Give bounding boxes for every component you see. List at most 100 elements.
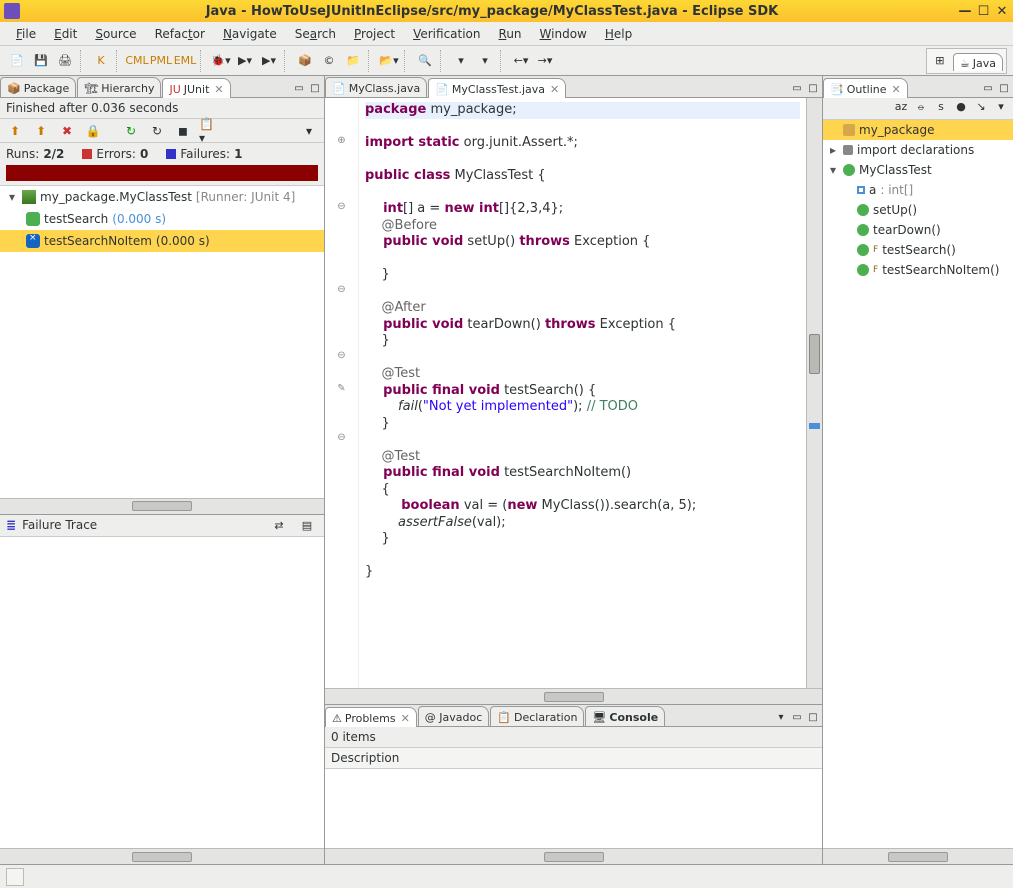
outline-method-testsearchnoitem[interactable]: FtestSearchNoItem() (823, 260, 1013, 280)
scroll-lock-button[interactable]: 🔒 (82, 120, 104, 142)
outline-method-testsearch[interactable]: FtestSearch() (823, 240, 1013, 260)
outline-imports[interactable]: ▸import declarations (823, 140, 1013, 160)
minimize-view-icon[interactable]: ▭ (292, 83, 306, 97)
outline-method-teardown[interactable]: tearDown() (823, 220, 1013, 240)
view-menu-button[interactable]: ▾ (993, 100, 1009, 117)
problems-body[interactable] (325, 769, 822, 848)
maximize-view-icon[interactable]: □ (806, 83, 820, 97)
close-button[interactable]: ✕ (995, 4, 1009, 19)
test-row-pass[interactable]: testSearch (0.000 s) (0, 208, 324, 230)
new-button[interactable]: 📄 (6, 50, 28, 72)
menu-run[interactable]: Run (491, 25, 530, 43)
rerun-failed-button[interactable]: ↻ (146, 120, 168, 142)
tab-console[interactable]: 🖥 Console (585, 706, 665, 726)
run-last-button[interactable]: ▶▾ (258, 50, 280, 72)
maximize-view-icon[interactable]: □ (997, 83, 1011, 97)
close-icon[interactable]: ✕ (550, 83, 559, 96)
maximize-view-icon[interactable]: □ (806, 712, 820, 726)
view-menu-button[interactable]: ▾ (298, 120, 320, 142)
rerun-button[interactable]: ↻ (120, 120, 142, 142)
junit-test-tree[interactable]: ▾ my_package.MyClassTest [Runner: JUnit … (0, 185, 324, 498)
v-scrollbar[interactable] (806, 98, 822, 688)
tab-outline[interactable]: 📑 Outline ✕ (823, 78, 908, 98)
open-type-button[interactable]: 📂▾ (378, 50, 400, 72)
sort-button[interactable]: aᴢ (893, 100, 909, 117)
tab-package[interactable]: 📦 Package (0, 77, 76, 97)
back-button[interactable]: ←▾ (510, 50, 532, 72)
new-package-button[interactable]: 📦 (294, 50, 316, 72)
show-failures-button[interactable]: ✖ (56, 120, 78, 142)
editor-body[interactable]: ⊕ ⊖ ⊖ ⊖✎ ⊖ package my_package; import st… (325, 98, 822, 688)
menu-source[interactable]: Source (87, 25, 144, 43)
menu-navigate[interactable]: Navigate (215, 25, 285, 43)
menu-refactor[interactable]: Refactor (147, 25, 213, 43)
h-scrollbar[interactable] (0, 498, 324, 514)
run-button[interactable]: ▶▾ (234, 50, 256, 72)
perspective-java[interactable]: ☕Java (953, 53, 1003, 71)
test-row-fail[interactable]: testSearchNoItem (0.000 s) (0, 230, 324, 252)
minimize-view-icon[interactable]: ▭ (981, 83, 995, 97)
open-perspective-button[interactable]: ⊞ (929, 50, 951, 72)
outline-class[interactable]: ▾MyClassTest (823, 160, 1013, 180)
menu-help[interactable]: Help (597, 25, 640, 43)
outline-tree[interactable]: my_package ▸import declarations ▾MyClass… (823, 120, 1013, 848)
menu-search[interactable]: Search (287, 25, 344, 43)
close-icon[interactable]: ✕ (401, 712, 410, 725)
tab-hierarchy[interactable]: 🏗 Hierarchy (77, 77, 161, 97)
tab-declaration[interactable]: 📋 Declaration (490, 706, 584, 726)
minimize-view-icon[interactable]: ▭ (790, 83, 804, 97)
h-scrollbar-2[interactable] (0, 848, 324, 864)
outline-field[interactable]: a : int[] (823, 180, 1013, 200)
menu-file[interactable]: File (8, 25, 44, 43)
forward-button[interactable]: →▾ (534, 50, 556, 72)
problems-column-header[interactable]: Description (325, 747, 822, 769)
menu-edit[interactable]: Edit (46, 25, 85, 43)
editor-tab-myclasstest[interactable]: 📄 MyClassTest.java ✕ (428, 78, 566, 98)
eml-icon[interactable]: EML (174, 50, 196, 72)
tab-problems[interactable]: ⚠ Problems ✕ (325, 707, 417, 727)
maximize-view-icon[interactable]: □ (308, 83, 322, 97)
compare-button[interactable]: ⇄ (268, 514, 290, 536)
nav1-button[interactable]: ▾ (450, 50, 472, 72)
close-icon[interactable]: ✕ (214, 83, 223, 96)
key-icon[interactable]: K (90, 50, 112, 72)
outline-h-scrollbar[interactable] (823, 848, 1013, 864)
minimize-button[interactable]: — (958, 4, 972, 19)
save-button[interactable]: 💾 (30, 50, 52, 72)
filter-button[interactable]: ▤ (296, 514, 318, 536)
new-class-button[interactable]: © (318, 50, 340, 72)
tab-junit[interactable]: JU JUnit ✕ (162, 78, 230, 98)
minimize-view-icon[interactable]: ▭ (790, 712, 804, 726)
editor-tab-myclass[interactable]: 📄 MyClass.java (325, 77, 427, 97)
print-button[interactable]: 🖨 (54, 50, 76, 72)
view-menu-icon[interactable]: ▾ (774, 712, 788, 726)
outline-method-setup[interactable]: setUp() (823, 200, 1013, 220)
menu-verification[interactable]: Verification (405, 25, 488, 43)
next-failure-button[interactable]: ⬆ (30, 120, 52, 142)
editor-gutter[interactable]: ⊕ ⊖ ⊖ ⊖✎ ⊖ (325, 98, 359, 688)
code-editor[interactable]: package my_package; import static org.ju… (359, 98, 806, 688)
failure-trace-body[interactable] (0, 536, 324, 849)
close-icon[interactable]: ✕ (892, 83, 901, 96)
hide-fields-button[interactable]: ⦵ (913, 100, 929, 117)
pml-icon[interactable]: PML (150, 50, 172, 72)
test-suite-row[interactable]: ▾ my_package.MyClassTest [Runner: JUnit … (0, 186, 324, 208)
prev-failure-button[interactable]: ⬆ (4, 120, 26, 142)
maximize-button[interactable]: ☐ (976, 4, 990, 19)
stop-button[interactable]: ◼ (172, 120, 194, 142)
hide-nonpublic-button[interactable]: ● (953, 100, 969, 117)
hide-static-button[interactable]: s (933, 100, 949, 117)
menu-project[interactable]: Project (346, 25, 403, 43)
search-button[interactable]: 🔍 (414, 50, 436, 72)
new-folder-button[interactable]: 📁 (342, 50, 364, 72)
outline-package[interactable]: my_package (823, 120, 1013, 140)
bottom-h-scrollbar[interactable] (325, 848, 822, 864)
hide-local-button[interactable]: ↘ (973, 100, 989, 117)
history-button[interactable]: 📋▾ (198, 120, 220, 142)
debug-button[interactable]: 🐞▾ (210, 50, 232, 72)
nav2-button[interactable]: ▾ (474, 50, 496, 72)
menu-window[interactable]: Window (532, 25, 595, 43)
cml-icon[interactable]: CML (126, 50, 148, 72)
tab-javadoc[interactable]: @ Javadoc (418, 706, 490, 726)
editor-h-scrollbar[interactable] (325, 688, 822, 704)
